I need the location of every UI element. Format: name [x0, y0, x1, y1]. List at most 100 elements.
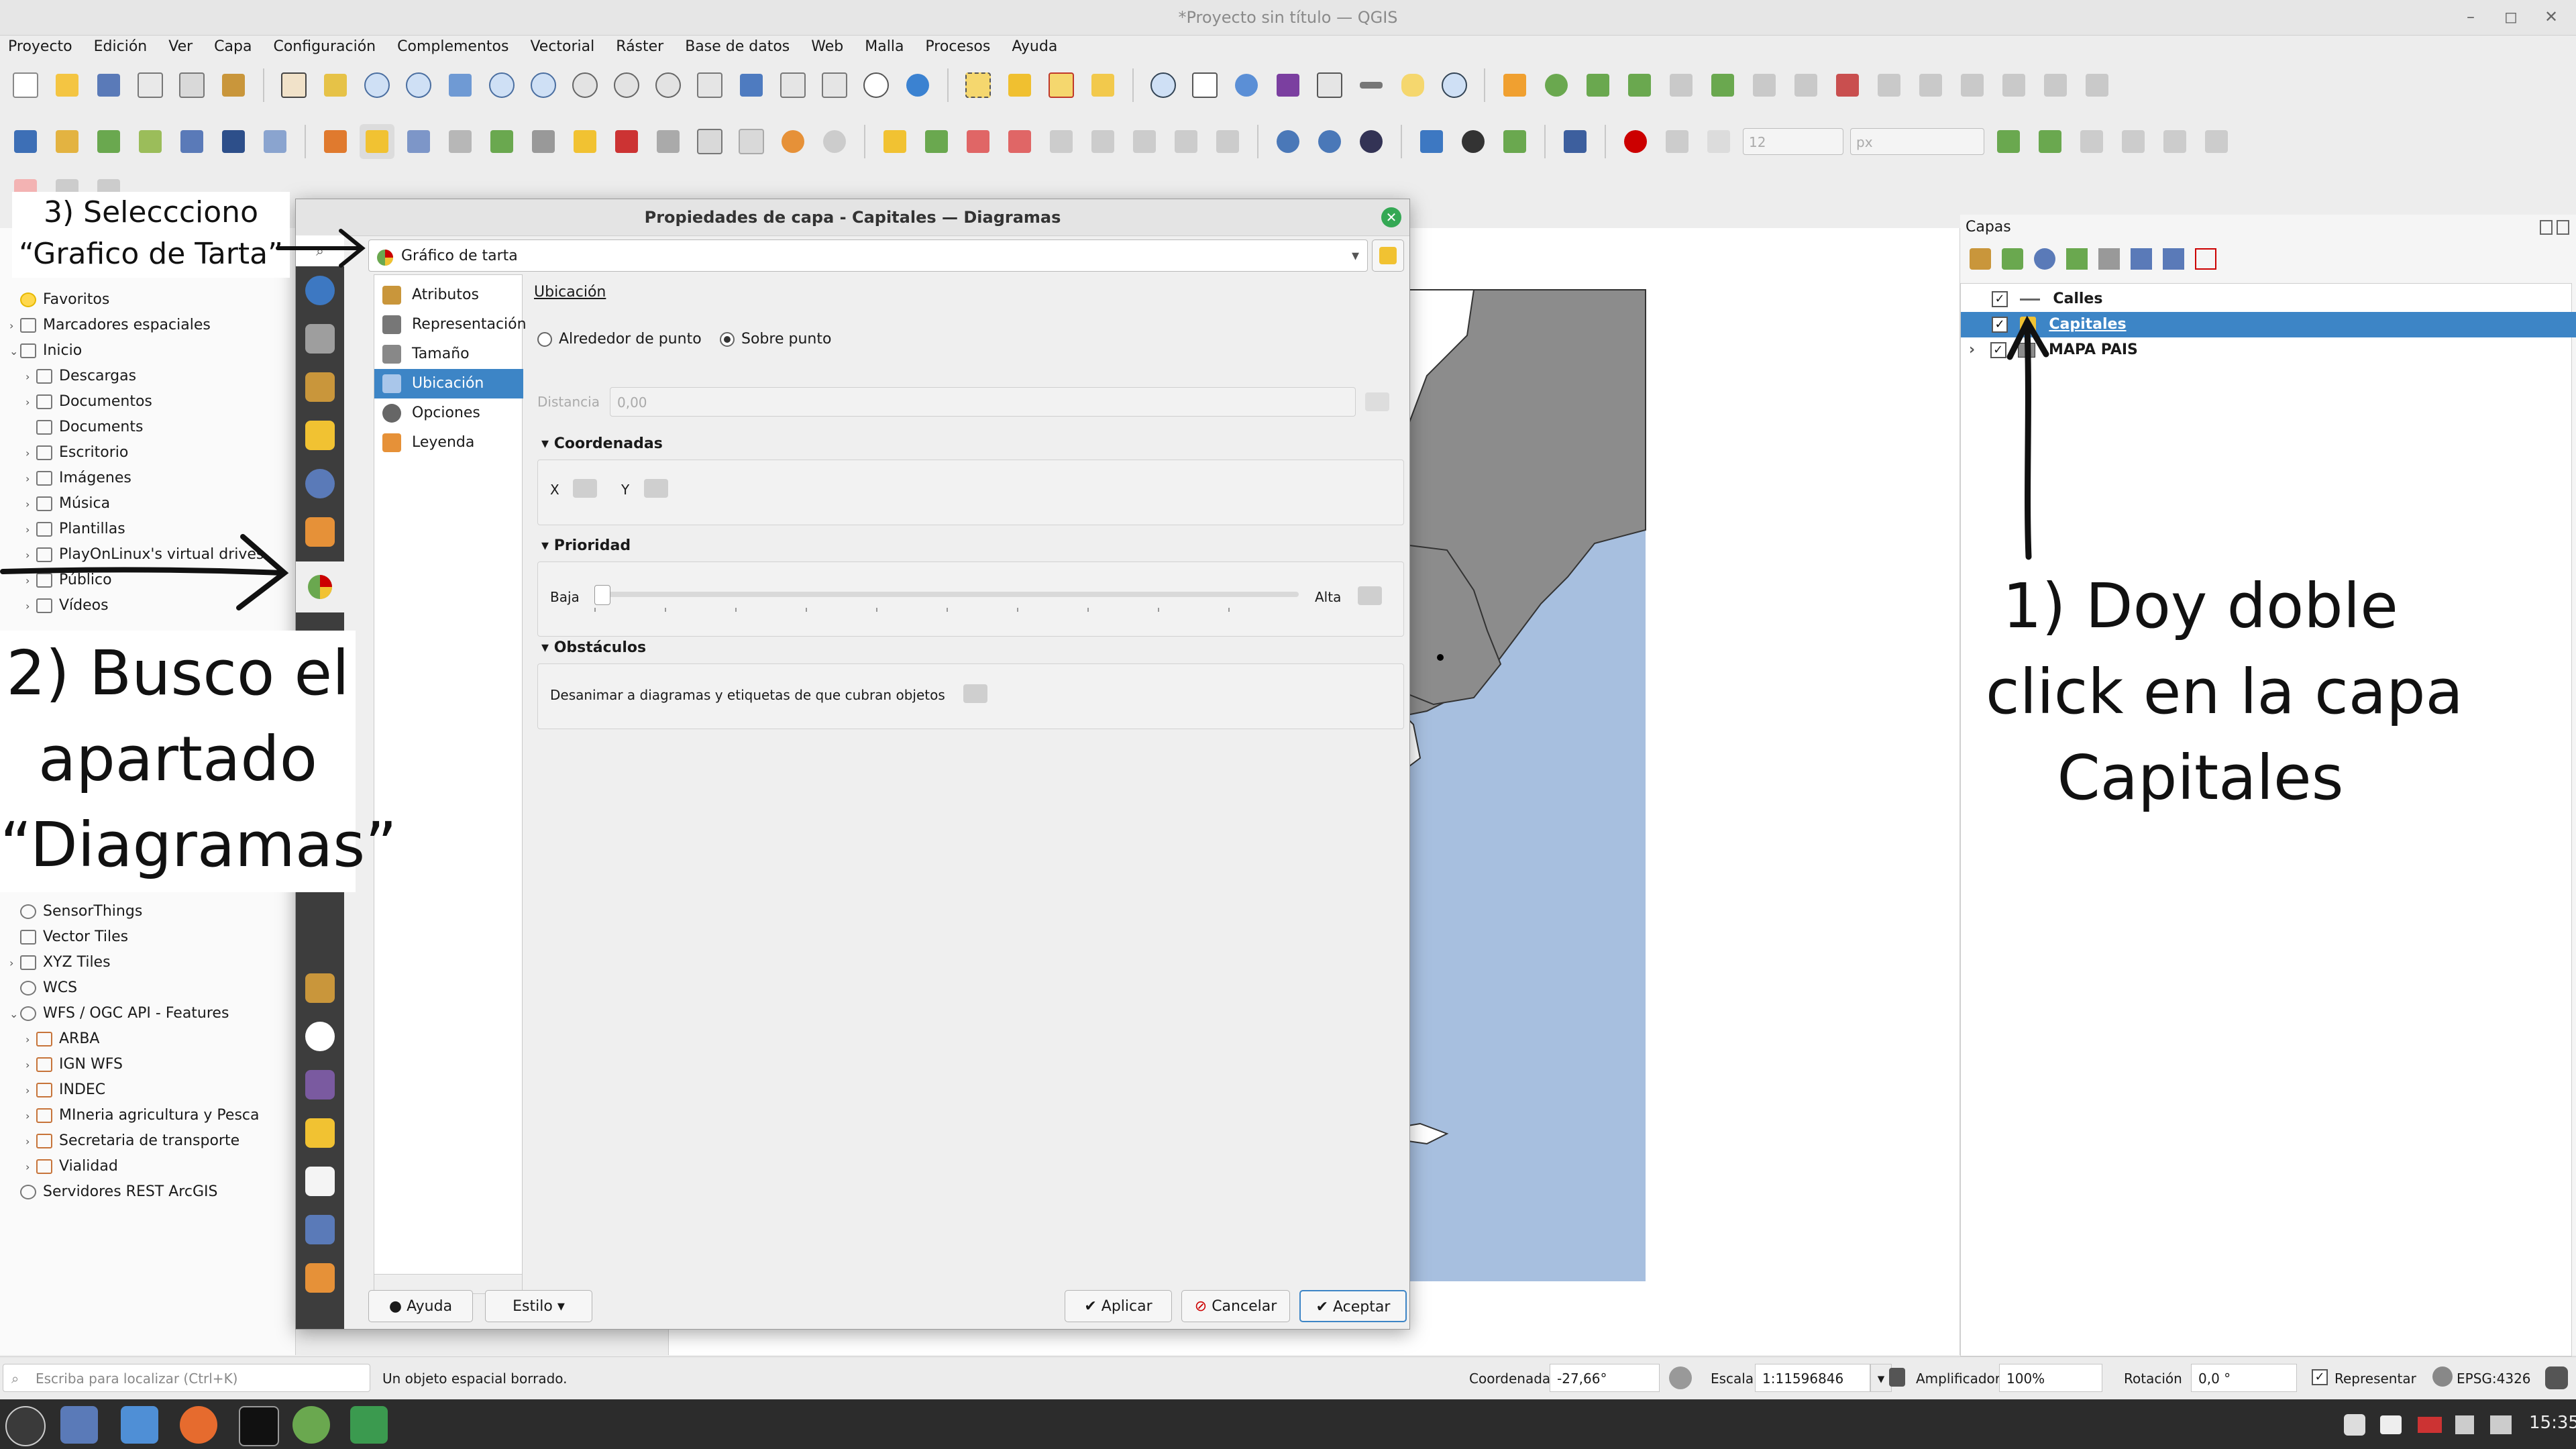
vertex-editor-icon[interactable] [526, 124, 561, 159]
subnav-representacion[interactable]: Representación [374, 310, 527, 339]
show-hide-labels-icon[interactable] [1169, 124, 1203, 159]
qgis-icon[interactable] [292, 1406, 330, 1444]
browser-item-musica[interactable]: › Música [25, 491, 110, 517]
volume-icon[interactable] [2490, 1415, 2512, 1434]
snapping-tolerance-icon[interactable] [1701, 124, 1736, 159]
browser-item-secretaria-transporte[interactable]: › Secretaria de transporte [25, 1128, 239, 1154]
add-wfs-icon[interactable] [258, 124, 292, 159]
browser-item-sensorthings[interactable]: SensorThings [9, 899, 142, 924]
crs-globe-icon[interactable] [2432, 1366, 2453, 1387]
magnifier-input[interactable]: 100% [1999, 1364, 2102, 1392]
section-obstaculos[interactable]: ▾ Obstáculos [541, 639, 646, 656]
browser-item-inicio[interactable]: ⌄ Inicio [9, 338, 82, 364]
browser-item-documents[interactable]: Documents [25, 415, 143, 440]
legend-list-icon[interactable] [305, 1263, 335, 1293]
help-button[interactable]: ● Ayuda [368, 1290, 473, 1322]
layer-row-mapa-pais[interactable]: › ✓ MAPA PAIS [1961, 337, 2576, 363]
statistics-sigma-icon[interactable] [1271, 68, 1305, 103]
modify-attributes-icon[interactable] [568, 124, 602, 159]
masks-abc-icon[interactable] [305, 469, 335, 498]
vertex-tool-icon[interactable] [1580, 68, 1615, 103]
radio-around-point[interactable]: Alrededor de punto [537, 331, 702, 347]
copy-features-icon[interactable] [692, 124, 727, 159]
menu-raster[interactable]: Ráster [616, 38, 663, 55]
simplify-feature-icon[interactable] [1788, 68, 1823, 103]
browser-item-arcgis-rest[interactable]: Servidores REST ArcGIS [9, 1179, 217, 1205]
obstacles-override-icon[interactable] [963, 684, 987, 703]
temporal-clock-icon[interactable] [305, 1022, 335, 1051]
highlight-labels-icon[interactable] [1002, 124, 1037, 159]
browser-item-vialidad[interactable]: › Vialidad [25, 1154, 118, 1179]
zoom-to-selection-icon[interactable] [484, 68, 519, 103]
open-attribute-icon[interactable] [1312, 68, 1347, 103]
rendering-brush-icon[interactable] [305, 973, 335, 1003]
toggle-extents-icon[interactable] [1669, 1366, 1692, 1389]
priority-slider[interactable] [594, 582, 1299, 612]
notes-icon[interactable] [2380, 1415, 2402, 1434]
zoom-to-layer-icon[interactable] [526, 68, 561, 103]
help-icon[interactable] [1558, 124, 1593, 159]
close-panel-icon[interactable] [2557, 220, 2569, 235]
keyboard-layout-flag-icon[interactable] [2418, 1417, 2442, 1433]
elevation-icon[interactable] [305, 1118, 335, 1148]
measure-icon[interactable] [1354, 68, 1389, 103]
menu-proyecto[interactable]: Proyecto [8, 38, 72, 55]
dependencies-icon[interactable] [305, 1215, 335, 1244]
browser-item-vector-tiles[interactable]: Vector Tiles [9, 924, 128, 950]
expand-all-icon[interactable] [2131, 248, 2152, 270]
cross-icon[interactable] [2116, 124, 2151, 159]
digitize-line-icon[interactable] [443, 124, 478, 159]
show-desktop-icon[interactable] [60, 1406, 98, 1444]
apply-button[interactable]: ✔ Aplicar [1065, 1290, 1172, 1322]
float-panel-icon[interactable] [2540, 220, 2553, 235]
select-features-icon[interactable] [961, 68, 996, 103]
browser-item-descargas[interactable]: › Descargas [25, 364, 136, 389]
delete-selected-icon[interactable] [609, 124, 644, 159]
reverse-line-icon[interactable] [1996, 68, 2031, 103]
fill-ring-icon[interactable] [1913, 68, 1948, 103]
menu-web[interactable]: Web [811, 38, 843, 55]
section-prioridad[interactable]: ▾ Prioridad [541, 537, 631, 554]
digitize-triangle-icon[interactable] [1497, 68, 1532, 103]
snapping-magnet-icon[interactable] [1618, 124, 1653, 159]
label-abc-icon[interactable] [877, 124, 912, 159]
browser-item-ign-wfs[interactable]: › IGN WFS [25, 1052, 123, 1077]
menu-base-de-datos[interactable]: Base de datos [685, 38, 790, 55]
style-layer-icon[interactable] [1970, 248, 1991, 270]
browser-item-marcadores[interactable]: › Marcadores espaciales [9, 313, 211, 338]
filter-expression-icon[interactable] [2098, 248, 2120, 270]
collapse-all-icon[interactable] [2163, 248, 2184, 270]
filter-icon[interactable] [2066, 248, 2088, 270]
diagram-type-select[interactable]: Gráfico de tarta ▾ [368, 239, 1368, 272]
trim-extend-icon[interactable] [2038, 68, 2073, 103]
new-print-layout-icon[interactable] [133, 68, 168, 103]
expand-arrow-icon[interactable]: › [1969, 337, 1985, 363]
menu-ayuda[interactable]: Ayuda [1012, 38, 1057, 55]
field-calculator-icon[interactable] [1229, 68, 1264, 103]
metadata-icon[interactable] [305, 1167, 335, 1196]
priority-override-icon[interactable] [1358, 586, 1382, 605]
add-feature-icon[interactable] [484, 124, 519, 159]
manage-visibility-eye-icon[interactable] [2034, 248, 2055, 270]
variables-icon[interactable] [305, 1070, 335, 1099]
pan-hand-icon[interactable] [276, 68, 311, 103]
style-menu-button[interactable]: Estilo ▾ [485, 1290, 592, 1322]
browser-item-indec[interactable]: › INDEC [25, 1077, 105, 1103]
symbology-brush-icon[interactable] [305, 372, 335, 402]
ok-button[interactable]: ✔ Aceptar [1299, 1290, 1407, 1322]
browser-item-mineria[interactable]: › MIneria agricultura y Pesca [25, 1103, 260, 1128]
menu-configuracion[interactable]: Configuración [273, 38, 376, 55]
zoom-next-icon[interactable] [651, 68, 686, 103]
slider-handle[interactable] [594, 585, 610, 605]
merge-feature-icon[interactable] [1705, 68, 1740, 103]
bookmark-icon[interactable] [775, 68, 810, 103]
remove-layer-icon[interactable] [2195, 248, 2216, 270]
redo-icon[interactable] [817, 124, 852, 159]
layer-visibility-checkbox[interactable]: ✓ [1992, 291, 2008, 307]
rotate-feature-icon[interactable] [1747, 68, 1782, 103]
plugin-globe2-icon[interactable] [1312, 124, 1347, 159]
menu-malla[interactable]: Malla [865, 38, 904, 55]
refresh-icon[interactable] [900, 68, 935, 103]
zoom-last-icon[interactable] [609, 68, 644, 103]
distance-input[interactable]: 0,00 [610, 387, 1356, 417]
